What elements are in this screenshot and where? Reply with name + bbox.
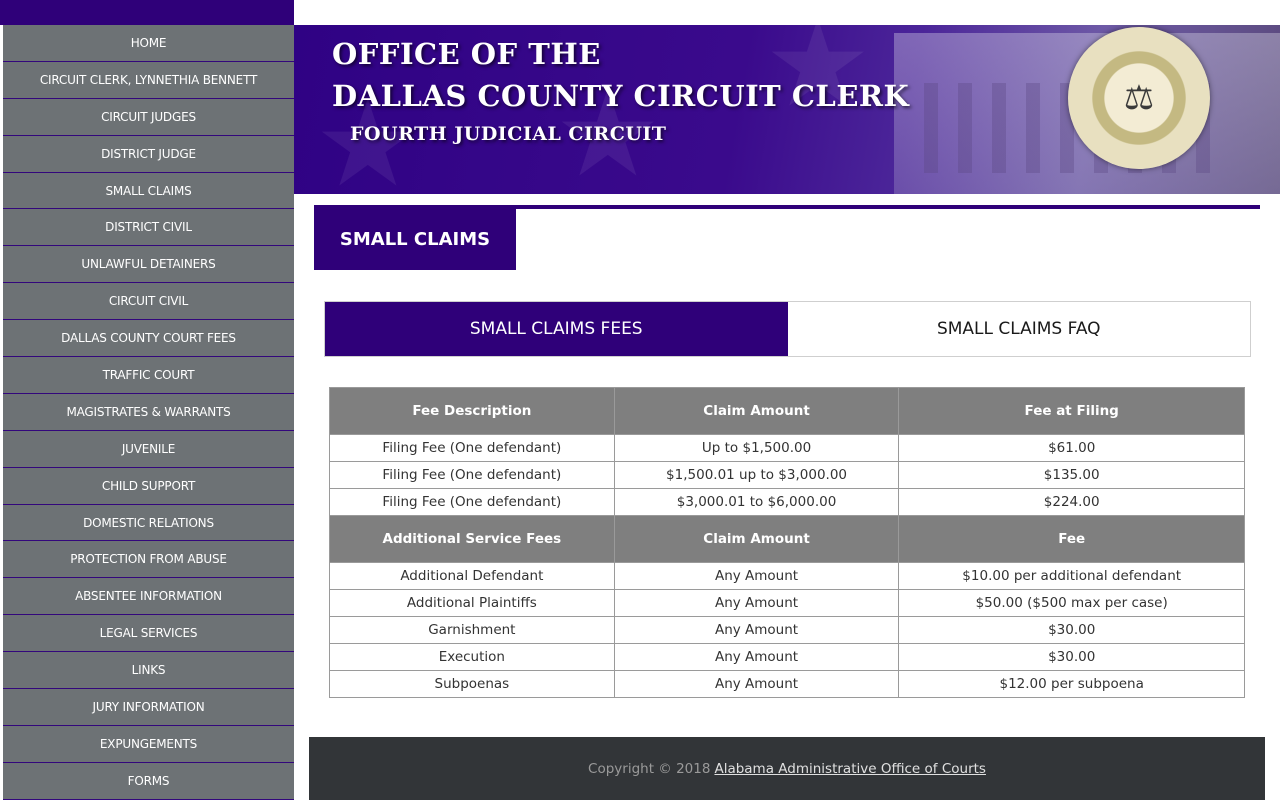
aoc-footer-link[interactable]: Alabama Administrative Office of Courts bbox=[714, 761, 986, 777]
column-header: Fee bbox=[898, 515, 1245, 563]
table-cell: $1,500.01 up to $3,000.00 bbox=[613, 461, 900, 489]
fees-table: Fee Description Claim Amount Fee at Fili… bbox=[329, 387, 1245, 698]
table-row: Garnishment Any Amount $30.00 bbox=[329, 616, 1245, 644]
table-header-row: Fee Description Claim Amount Fee at Fili… bbox=[329, 387, 1245, 435]
sidebar-item-magistrates-warrants[interactable]: MAGISTRATES & WARRANTS bbox=[3, 393, 294, 431]
table-cell: Any Amount bbox=[613, 589, 900, 617]
sidebar-item-protection-from-abuse[interactable]: PROTECTION FROM ABUSE bbox=[3, 541, 294, 579]
table-cell: $10.00 per additional defendant bbox=[898, 562, 1245, 590]
banner-subtitle: FOURTH JUDICIAL CIRCUIT bbox=[350, 123, 667, 145]
sidebar-item-circuit-judges[interactable]: CIRCUIT JUDGES bbox=[3, 98, 294, 136]
table-cell: Any Amount bbox=[613, 643, 900, 671]
sidebar-item-circuit-clerk[interactable]: CIRCUIT CLERK, LYNNETHIA BENNETT bbox=[3, 61, 294, 99]
sidebar-item-jury-information[interactable]: JURY INFORMATION bbox=[3, 689, 294, 726]
page-title: SMALL CLAIMS bbox=[314, 208, 516, 270]
table-cell: $12.00 per subpoena bbox=[898, 670, 1245, 698]
table-cell: Filing Fee (One defendant) bbox=[329, 461, 615, 489]
sidebar-item-domestic-relations[interactable]: DOMESTIC RELATIONS bbox=[3, 504, 294, 542]
column-header: Fee at Filing bbox=[898, 387, 1245, 435]
table-row: Subpoenas Any Amount $12.00 per subpoena bbox=[329, 670, 1245, 698]
table-cell: Additional Defendant bbox=[329, 562, 615, 590]
table-header-row: Additional Service Fees Claim Amount Fee bbox=[329, 515, 1245, 563]
table-row: Filing Fee (One defendant) Up to $1,500.… bbox=[329, 434, 1245, 462]
column-header: Additional Service Fees bbox=[329, 515, 615, 563]
column-header: Claim Amount bbox=[613, 387, 900, 435]
table-cell: $3,000.01 to $6,000.00 bbox=[613, 488, 900, 516]
table-cell: $61.00 bbox=[898, 434, 1245, 462]
sidebar-item-juvenile[interactable]: JUVENILE bbox=[3, 430, 294, 468]
table-cell: $30.00 bbox=[898, 643, 1245, 671]
sidebar-item-links[interactable]: LINKS bbox=[3, 652, 294, 690]
column-header: Claim Amount bbox=[613, 515, 900, 563]
tab-small-claims-faq[interactable]: SMALL CLAIMS FAQ bbox=[787, 302, 1250, 356]
sidebar-item-court-fees[interactable]: DALLAS COUNTY COURT FEES bbox=[3, 320, 294, 358]
banner-title-line2: DALLAS COUNTY CIRCUIT CLERK bbox=[332, 79, 910, 113]
table-row: Additional Defendant Any Amount $10.00 p… bbox=[329, 562, 1245, 590]
sidebar-item-circuit-civil[interactable]: CIRCUIT CIVIL bbox=[3, 283, 294, 321]
table-cell: Any Amount bbox=[613, 670, 900, 698]
sidebar-item-child-support[interactable]: CHILD SUPPORT bbox=[3, 467, 294, 505]
page-footer: Copyright © 2018 Alabama Administrative … bbox=[309, 737, 1265, 800]
table-cell: Execution bbox=[329, 643, 615, 671]
copyright-text: Copyright © 2018 bbox=[588, 760, 711, 777]
alabama-judicial-seal: ⚖ bbox=[1068, 27, 1210, 169]
table-cell: Subpoenas bbox=[329, 670, 615, 698]
scales-of-justice-icon: ⚖ bbox=[1123, 78, 1155, 118]
sidebar-item-home[interactable]: HOME bbox=[3, 25, 294, 62]
sidebar-item-district-judge[interactable]: DISTRICT JUDGE bbox=[3, 135, 294, 173]
table-cell: Up to $1,500.00 bbox=[613, 434, 900, 462]
sidebar-item-small-claims[interactable]: SMALL CLAIMS bbox=[3, 172, 294, 210]
sidebar-nav: HOME CIRCUIT CLERK, LYNNETHIA BENNETT CI… bbox=[0, 0, 294, 800]
table-cell: Filing Fee (One defendant) bbox=[329, 488, 615, 516]
header-banner: ★ ★ ★ OFFICE OF THE DALLAS COUNTY CIRCUI… bbox=[294, 25, 1280, 194]
table-cell: $30.00 bbox=[898, 616, 1245, 644]
table-cell: Filing Fee (One defendant) bbox=[329, 434, 615, 462]
table-row: Filing Fee (One defendant) $3,000.01 to … bbox=[329, 488, 1245, 516]
sidebar-item-unlawful-detainers[interactable]: UNLAWFUL DETAINERS bbox=[3, 246, 294, 284]
table-row: Additional Plaintiffs Any Amount $50.00 … bbox=[329, 589, 1245, 617]
table-cell: $50.00 ($500 max per case) bbox=[898, 589, 1245, 617]
sidebar-item-traffic-court[interactable]: TRAFFIC COURT bbox=[3, 357, 294, 394]
sidebar-item-absentee-information[interactable]: ABSENTEE INFORMATION bbox=[3, 578, 294, 616]
table-cell: Any Amount bbox=[613, 616, 900, 644]
tab-small-claims-fees[interactable]: SMALL CLAIMS FEES bbox=[325, 302, 788, 356]
sidebar-item-forms[interactable]: FORMS bbox=[3, 762, 294, 800]
sidebar-item-legal-services[interactable]: LEGAL SERVICES bbox=[3, 615, 294, 653]
table-cell: Garnishment bbox=[329, 616, 615, 644]
sidebar-item-expungements[interactable]: EXPUNGEMENTS bbox=[3, 725, 294, 763]
table-cell: Additional Plaintiffs bbox=[329, 589, 615, 617]
sidebar-top-bar bbox=[0, 0, 294, 25]
table-row: Execution Any Amount $30.00 bbox=[329, 643, 1245, 671]
column-header: Fee Description bbox=[329, 387, 615, 435]
banner-title-line1: OFFICE OF THE bbox=[332, 37, 601, 71]
table-row: Filing Fee (One defendant) $1,500.01 up … bbox=[329, 461, 1245, 489]
table-cell: Any Amount bbox=[613, 562, 900, 590]
sidebar-item-district-civil[interactable]: DISTRICT CIVIL bbox=[3, 209, 294, 247]
table-cell: $224.00 bbox=[898, 488, 1245, 516]
table-cell: $135.00 bbox=[898, 461, 1245, 489]
tab-bar: SMALL CLAIMS FEES SMALL CLAIMS FAQ bbox=[324, 301, 1251, 357]
